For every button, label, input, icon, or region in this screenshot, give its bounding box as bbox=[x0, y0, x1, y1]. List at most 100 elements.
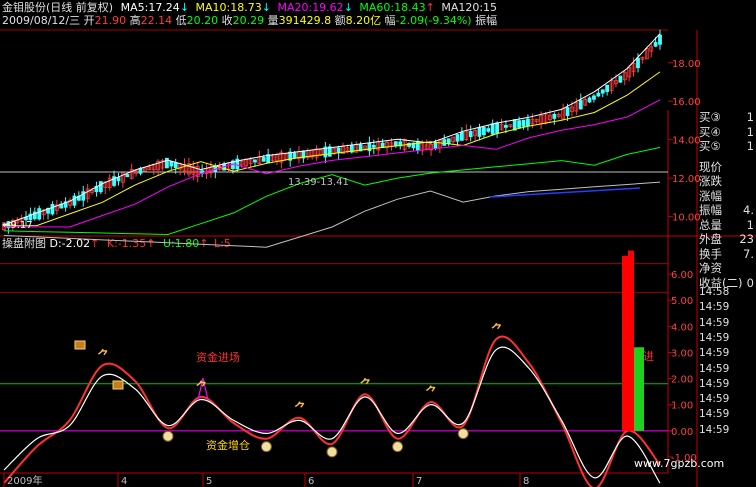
stock-chart: ⺈⺈⺈⺈⺈⺈⺈ 10.0012.0014.0016.0018.00-1.000.… bbox=[0, 29, 756, 487]
coin-icon bbox=[162, 430, 174, 442]
candle-body bbox=[486, 128, 491, 132]
candle-body bbox=[116, 177, 121, 182]
time-row: 14:59 bbox=[699, 377, 730, 390]
runner-icon: ⺈ bbox=[425, 384, 437, 399]
side-row-value: 1 bbox=[746, 139, 754, 153]
side-row-label: 买③ bbox=[699, 110, 721, 124]
candle-body bbox=[636, 57, 640, 69]
candle-body bbox=[477, 127, 482, 137]
barrel-icon bbox=[112, 380, 124, 390]
osc-tick-label: 1.00 bbox=[671, 401, 693, 412]
side-row: 涨幅 bbox=[699, 189, 756, 204]
candle-body bbox=[653, 42, 658, 47]
series-d-line bbox=[3, 346, 661, 484]
time-row: 14:58 bbox=[699, 286, 730, 298]
candle-body bbox=[526, 118, 530, 127]
side-row: 涨跌 bbox=[699, 174, 756, 189]
candle-body bbox=[98, 181, 103, 193]
x-axis-label: 7 bbox=[416, 476, 422, 487]
x-axis-label: 6 bbox=[308, 476, 314, 487]
ma5-line bbox=[3, 33, 661, 226]
side-row-label: 涨跌 bbox=[699, 174, 722, 188]
side-row-value: 1 bbox=[746, 124, 754, 139]
side-row-label: 外盘 bbox=[699, 232, 722, 246]
candle-body bbox=[261, 157, 266, 162]
time-row: 14:59 bbox=[699, 362, 730, 375]
candle-body bbox=[468, 131, 473, 138]
candle-body bbox=[495, 122, 500, 134]
coin-icon bbox=[392, 441, 404, 453]
side-row-label: 换手 bbox=[699, 246, 722, 261]
fund-in-short-label: 进 bbox=[643, 350, 654, 363]
candle-body bbox=[253, 159, 257, 163]
side-row: 买③ 1 bbox=[699, 110, 756, 125]
candle-body bbox=[578, 99, 583, 110]
time-row: 14:59 bbox=[699, 423, 730, 436]
candle-body bbox=[481, 126, 486, 136]
time-row: 14:59 bbox=[699, 316, 730, 329]
candle-body bbox=[50, 204, 55, 215]
side-row-label: 涨幅 bbox=[699, 188, 722, 203]
axis-labels: 10.0012.0014.0016.0018.00-1.000.001.002.… bbox=[3, 59, 701, 487]
candle-body bbox=[600, 89, 605, 94]
x-axis-label: 5 bbox=[206, 476, 212, 487]
time-row: 14:59 bbox=[699, 301, 730, 314]
watermark: www.7gpzb.com bbox=[634, 457, 724, 470]
candle-body bbox=[442, 139, 447, 146]
osc-tick-label: 3.00 bbox=[671, 348, 693, 359]
candle-body bbox=[169, 161, 174, 167]
osc-tick-label: 5.00 bbox=[671, 296, 693, 307]
side-row-label: 现价 bbox=[699, 159, 722, 174]
coin-icon bbox=[260, 441, 272, 453]
side-row-label: 买④ bbox=[699, 124, 721, 139]
time-row: 14:59 bbox=[699, 331, 730, 344]
time-row: 14:59 bbox=[699, 408, 730, 421]
time-row: 14:59 bbox=[699, 393, 730, 406]
runner-icon: ⺈ bbox=[196, 379, 208, 394]
time-row: 14:59 bbox=[699, 347, 730, 360]
side-row-label: 总量 bbox=[699, 217, 722, 232]
candle-body bbox=[521, 119, 526, 127]
candle-body bbox=[459, 131, 464, 141]
price-tick-label: 18.00 bbox=[672, 59, 701, 70]
candle-body bbox=[587, 97, 592, 103]
coin-icon bbox=[457, 428, 469, 440]
runner-icon: ⺈ bbox=[491, 321, 503, 336]
x-axis-label: 4 bbox=[121, 476, 127, 487]
fund-add-label: 资金增仓 bbox=[206, 438, 250, 452]
side-row-value: 4. bbox=[743, 203, 754, 217]
ma10-line bbox=[3, 71, 661, 227]
barrel-icon bbox=[74, 340, 86, 350]
osc-tick-label: 6.00 bbox=[671, 270, 693, 281]
candle-body bbox=[292, 152, 297, 159]
side-row-value: 1 bbox=[746, 110, 754, 124]
red-bar-top bbox=[628, 250, 634, 256]
candle-body bbox=[490, 123, 495, 135]
osc-tick-label: 4.00 bbox=[671, 322, 693, 333]
runner-icon: ⺈ bbox=[294, 400, 306, 415]
candle-body bbox=[433, 142, 438, 150]
price-tick-label: 16.00 bbox=[672, 97, 701, 108]
candle-body bbox=[455, 134, 460, 142]
candle-body bbox=[658, 34, 662, 45]
side-row-label: 振幅 bbox=[699, 203, 722, 217]
side-row: 买④ 1 bbox=[699, 125, 756, 140]
candle-body bbox=[512, 119, 517, 131]
candle-body bbox=[618, 75, 623, 83]
x-axis-label: 8 bbox=[523, 476, 529, 487]
candle-body bbox=[125, 174, 130, 178]
candle-body bbox=[504, 124, 508, 128]
side-row-value: 23 bbox=[739, 232, 754, 246]
coin-icon bbox=[326, 446, 338, 458]
candle-body bbox=[37, 208, 42, 220]
side-row: 净资 bbox=[699, 261, 756, 276]
side-row: 买⑤ 1 bbox=[699, 139, 756, 154]
candle-body bbox=[605, 84, 610, 92]
osc-tick-label: 2.00 bbox=[671, 375, 693, 386]
price-tick-label: 12.00 bbox=[672, 174, 701, 185]
candle-body bbox=[371, 144, 376, 148]
low-mark-label: ←9.17 bbox=[2, 220, 33, 231]
x-axis-label: 2009年 bbox=[7, 474, 42, 487]
candle-body bbox=[592, 95, 596, 100]
runner-icon: ⺈ bbox=[97, 348, 109, 363]
